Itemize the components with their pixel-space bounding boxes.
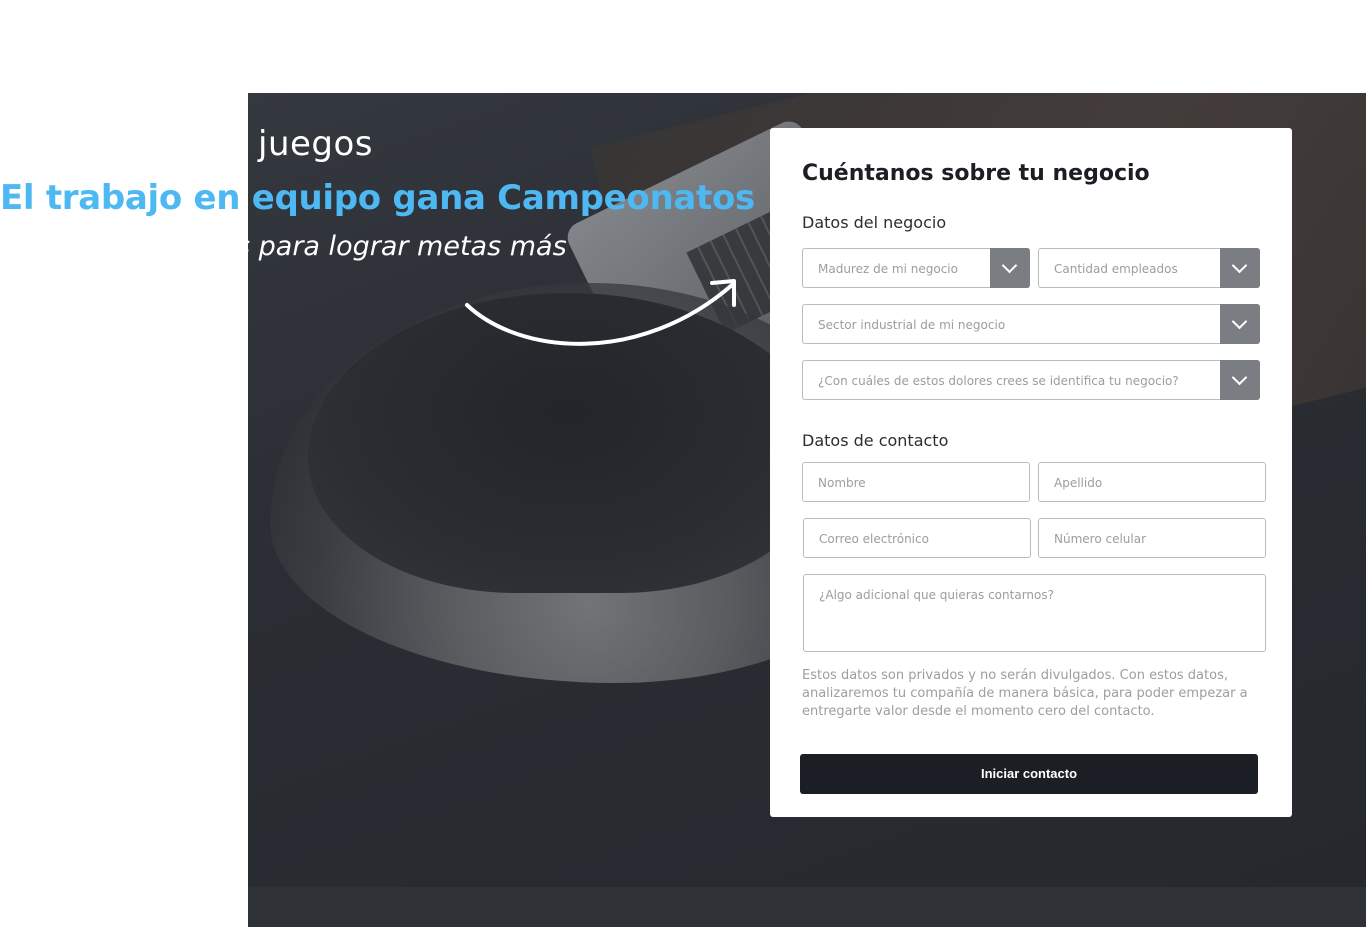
phone-field[interactable]: Número celular xyxy=(1038,518,1266,558)
hero-subline-text: s para lograr metas más xyxy=(236,231,567,262)
email-placeholder: Correo electrónico xyxy=(819,532,929,546)
contact-section-label: Datos de contacto xyxy=(802,431,949,450)
email-field[interactable]: Correo electrónico xyxy=(803,518,1031,558)
business-maturity-placeholder: Madurez de mi negocio xyxy=(818,262,958,276)
privacy-note: Estos datos son privados y no serán divu… xyxy=(802,668,1248,719)
message-placeholder: ¿Algo adicional que quieras contarnos? xyxy=(819,588,1054,602)
hero-headline: El trabajo en equipo gana Campeonatos xyxy=(0,178,755,218)
floor-strip xyxy=(248,887,1366,927)
contact-form-card: Cuéntanos sobre tu negocio Datos del neg… xyxy=(770,128,1292,817)
business-pains-select[interactable]: ¿Con cuáles de estos dolores crees se id… xyxy=(802,360,1260,400)
form-title: Cuéntanos sobre tu negocio xyxy=(802,161,1150,186)
curved-arrow-icon xyxy=(465,279,736,346)
first-name-placeholder: Nombre xyxy=(818,476,866,490)
business-maturity-select[interactable]: Madurez de mi negocio xyxy=(802,248,1030,288)
business-section-label: Datos del negocio xyxy=(802,213,947,232)
industry-sector-select[interactable]: Sector industrial de mi negocio xyxy=(802,304,1260,344)
phone-placeholder: Número celular xyxy=(1054,532,1147,546)
hero-subline: s para lograr metas más xyxy=(236,231,636,262)
hero-line-juegos: juegos xyxy=(258,124,374,164)
chevron-down-icon[interactable] xyxy=(1220,304,1260,344)
employee-count-placeholder: Cantidad empleados xyxy=(1054,262,1178,276)
first-name-field[interactable]: Nombre xyxy=(802,462,1030,502)
last-name-placeholder: Apellido xyxy=(1054,476,1103,490)
employee-count-select[interactable]: Cantidad empleados xyxy=(1038,248,1260,288)
chevron-down-icon[interactable] xyxy=(990,248,1030,288)
start-contact-button[interactable]: Iniciar contacto xyxy=(800,754,1258,794)
chevron-down-icon[interactable] xyxy=(1220,360,1260,400)
industry-sector-placeholder: Sector industrial de mi negocio xyxy=(818,318,1006,332)
last-name-field[interactable]: Apellido xyxy=(1038,462,1266,502)
chevron-down-icon[interactable] xyxy=(1220,248,1260,288)
message-textarea[interactable]: ¿Algo adicional que quieras contarnos? xyxy=(803,574,1266,652)
business-pains-placeholder: ¿Con cuáles de estos dolores crees se id… xyxy=(818,374,1179,388)
